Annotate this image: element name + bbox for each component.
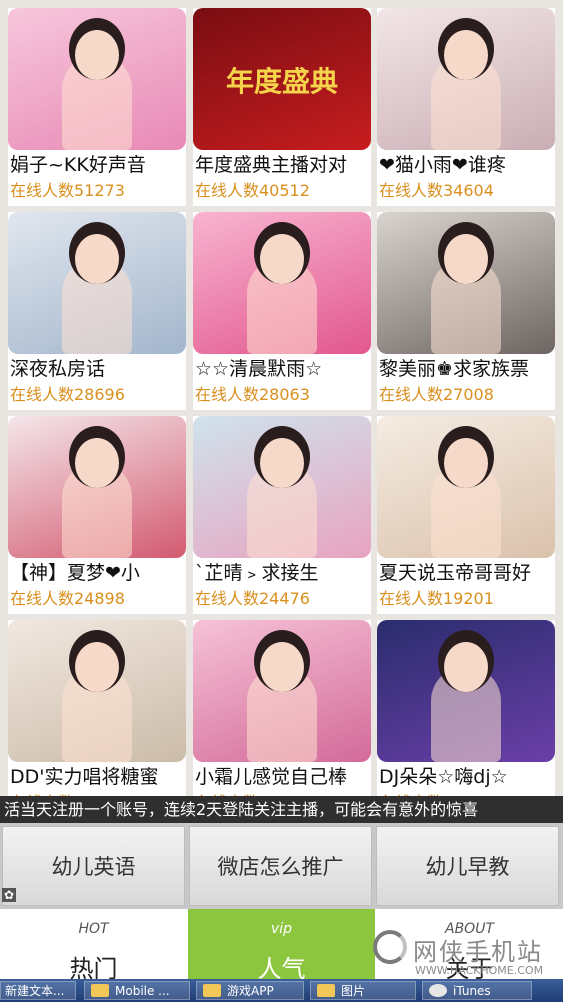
tab-popular-en: vip [270, 921, 293, 937]
stream-thumbnail[interactable] [193, 620, 371, 762]
watermark-url: WWW.HACKHOME.COM [415, 964, 544, 977]
stream-title: DD'实力唱将糖蜜 [10, 766, 159, 788]
online-count: 在线人数19201 [379, 589, 494, 608]
online-count: 在线人数40512 [195, 181, 310, 200]
ad-button[interactable]: 幼儿早教 [376, 826, 559, 906]
taskbar: 新建文本... Mobile ... 游戏APP 图片 iTunes [0, 979, 563, 1002]
stream-card[interactable]: ☆☆清晨默雨☆ 在线人数28063 [193, 212, 371, 410]
ad-button[interactable]: 微店怎么推广 [189, 826, 372, 906]
stream-title: 深夜私房话 [10, 358, 106, 380]
folder-icon [203, 984, 221, 997]
stream-thumbnail[interactable] [8, 212, 186, 354]
stream-card[interactable]: DD'实力唱将糖蜜 在线人数 [8, 620, 186, 818]
stream-title: ❤猫小雨❤谁疼 [379, 154, 506, 176]
taskbar-item-label: Mobile ... [115, 984, 170, 998]
stream-card[interactable]: ❤猫小雨❤谁疼 在线人数34604 [377, 8, 555, 206]
online-count: 在线人数28696 [10, 385, 125, 404]
paw-icon: ✿ [2, 888, 16, 902]
stream-title: DJ朵朵☆嗨dj☆ [379, 766, 508, 788]
taskbar-item[interactable]: 新建文本... [0, 981, 76, 1000]
taskbar-item-label: iTunes [453, 984, 491, 998]
stream-thumbnail[interactable] [377, 416, 555, 558]
stream-card[interactable]: DJ朵朵☆嗨dj☆ 在线人数 [377, 620, 555, 818]
taskbar-item[interactable]: 图片 [310, 981, 416, 1000]
stream-title: 小霜儿感觉自己棒 [195, 766, 348, 788]
stream-thumbnail[interactable]: 年度盛典 [193, 8, 371, 150]
online-count: 在线人数27008 [379, 385, 494, 404]
online-count: 在线人数28063 [195, 385, 310, 404]
stream-thumbnail[interactable] [8, 416, 186, 558]
stream-card[interactable]: 小霜儿感觉自己棒 在线人数 [193, 620, 371, 818]
tab-hot-en: HOT [78, 921, 109, 937]
stream-title: ˋ芷晴﹥求接生 [195, 562, 319, 584]
tab-hot[interactable]: HOT 热门 [0, 909, 187, 979]
watermark-text: 网侠手机站 [413, 938, 543, 966]
stream-thumbnail[interactable] [193, 212, 371, 354]
taskbar-item-label: 图片 [341, 984, 366, 998]
stream-thumbnail[interactable] [377, 620, 555, 762]
scrolling-announcement: 活当天注册一个账号，连续2天登陆关注主播，可能会有意外的惊喜 [0, 796, 563, 823]
stream-title: 【神】夏梦❤小 [10, 562, 140, 584]
stream-card[interactable]: 深夜私房话 在线人数28696 [8, 212, 186, 410]
folder-icon [317, 984, 335, 997]
watermark-logo-icon [373, 930, 407, 964]
stream-thumbnail[interactable] [193, 416, 371, 558]
ad-button[interactable]: 幼儿英语 [2, 826, 185, 906]
stream-title: 娟子~KK好声音 [10, 154, 146, 176]
folder-icon [91, 984, 109, 997]
online-count: 在线人数34604 [379, 181, 494, 200]
tab-popular-label: 人气 [257, 955, 306, 979]
stream-card[interactable]: ˋ芷晴﹥求接生 在线人数24476 [193, 416, 371, 614]
ad-bar: 幼儿英语 微店怎么推广 幼儿早教 [0, 823, 563, 909]
stream-thumbnail[interactable] [8, 8, 186, 150]
tab-popular[interactable]: vip 人气 [188, 909, 375, 979]
announcement-text: 活当天注册一个账号，连续2天登陆关注主播，可能会有意外的惊喜 [4, 800, 479, 819]
thumbnail-overlay-text: 年度盛典 [225, 65, 338, 98]
stream-thumbnail[interactable] [8, 620, 186, 762]
online-count: 在线人数24476 [195, 589, 310, 608]
taskbar-item[interactable]: iTunes [422, 981, 532, 1000]
stream-card[interactable]: 【神】夏梦❤小 在线人数24898 [8, 416, 186, 614]
stream-card[interactable]: 娟子~KK好声音 在线人数51273 [8, 8, 186, 206]
stream-card[interactable]: 黎美丽♚求家族票 在线人数27008 [377, 212, 555, 410]
taskbar-item-label: 新建文本... [5, 984, 65, 998]
stream-thumbnail[interactable] [377, 8, 555, 150]
stream-card[interactable]: 年度盛典 年度盛典主播对对 在线人数40512 [193, 8, 371, 206]
stream-card[interactable]: 夏天说玉帝哥哥好 在线人数19201 [377, 416, 555, 614]
online-count: 在线人数24898 [10, 589, 125, 608]
stream-title: 年度盛典主播对对 [195, 154, 348, 176]
stream-thumbnail[interactable] [377, 212, 555, 354]
watermark: 网侠手机站 WWW.HACKHOME.COM [373, 928, 563, 978]
online-count: 在线人数51273 [10, 181, 125, 200]
taskbar-item[interactable]: Mobile ... [84, 981, 190, 1000]
itunes-icon [429, 984, 447, 997]
taskbar-item[interactable]: 游戏APP [196, 981, 304, 1000]
stream-title: 夏天说玉帝哥哥好 [379, 562, 532, 584]
taskbar-item-label: 游戏APP [227, 984, 274, 998]
stream-title: ☆☆清晨默雨☆ [195, 358, 323, 380]
stream-title: 黎美丽♚求家族票 [379, 358, 530, 380]
tab-hot-label: 热门 [69, 955, 118, 979]
